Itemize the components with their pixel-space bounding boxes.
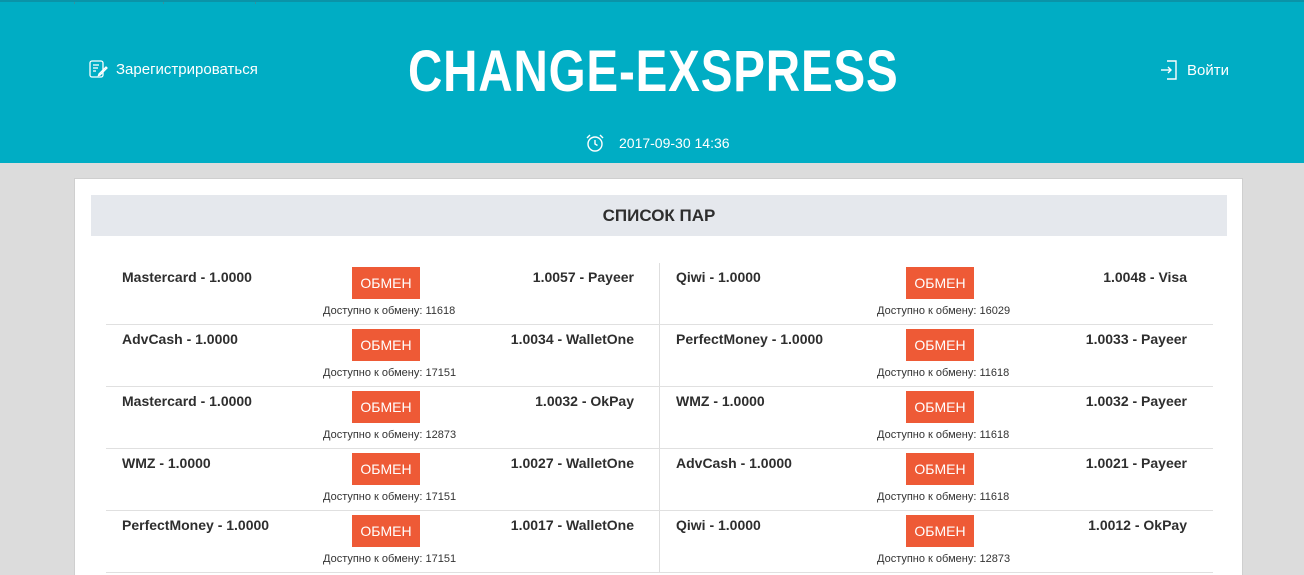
exchange-button[interactable]: ОБМЕН xyxy=(352,267,420,299)
pair-to: 1.0057 - Payeer xyxy=(532,269,634,285)
pair-from: PerfectMoney - 1.0000 xyxy=(676,331,824,347)
pair-available: Доступно к обмену: 11618 xyxy=(877,367,1010,379)
pair-row: AdvCash - 1.0000 ОБМЕН 1.0034 - WalletOn… xyxy=(106,325,1213,387)
alarm-clock-icon xyxy=(585,133,605,153)
pair-row: WMZ - 1.0000 ОБМЕН 1.0027 - WalletOne До… xyxy=(106,449,1213,511)
pair-item: AdvCash - 1.0000 ОБМЕН 1.0034 - WalletOn… xyxy=(106,325,659,386)
exchange-button[interactable]: ОБМЕН xyxy=(906,329,974,361)
register-form-icon xyxy=(88,59,108,79)
pair-available: Доступно к обмену: 17151 xyxy=(323,491,457,503)
login-label: Войти xyxy=(1187,61,1229,79)
pair-item: Mastercard - 1.0000 ОБМЕН 1.0032 - OkPay… xyxy=(106,387,659,448)
exchange-button[interactable]: ОБМЕН xyxy=(352,515,420,547)
pairs-grid: Mastercard - 1.0000 ОБМЕН 1.0057 - Payee… xyxy=(106,263,1213,573)
pair-from: Qiwi - 1.0000 xyxy=(676,269,761,285)
pair-to: 1.0032 - Payeer xyxy=(1085,393,1187,409)
pair-item: Qiwi - 1.0000 ОБМЕН 1.0012 - OkPay Досту… xyxy=(659,511,1212,572)
site-header: Зарегистрироваться CHANGE-EXSPRESS Войти… xyxy=(0,0,1304,163)
pair-item: WMZ - 1.0000 ОБМЕН 1.0027 - WalletOne До… xyxy=(106,449,659,510)
pair-from: Mastercard - 1.0000 xyxy=(122,393,252,409)
pair-item: PerfectMoney - 1.0000 ОБМЕН 1.0017 - Wal… xyxy=(106,511,659,572)
pair-item: AdvCash - 1.0000 ОБМЕН 1.0021 - Payeer Д… xyxy=(659,449,1212,510)
pair-from: WMZ - 1.0000 xyxy=(122,455,211,471)
exchange-button[interactable]: ОБМЕН xyxy=(906,391,974,423)
exchange-button[interactable]: ОБМЕН xyxy=(906,453,974,485)
exchange-button[interactable]: ОБМЕН xyxy=(352,453,420,485)
datetime-text: 2017-09-30 14:36 xyxy=(619,135,730,151)
pair-row: Mastercard - 1.0000 ОБМЕН 1.0057 - Payee… xyxy=(106,263,1213,325)
pair-from: AdvCash - 1.0000 xyxy=(676,455,792,471)
pair-available: Доступно к обмену: 11618 xyxy=(877,491,1010,503)
pair-to: 1.0033 - Payeer xyxy=(1085,331,1187,347)
browser-tab-strip xyxy=(0,2,260,4)
pair-available: Доступно к обмену: 17151 xyxy=(323,553,457,565)
pair-from: AdvCash - 1.0000 xyxy=(122,331,238,347)
pair-from: PerfectMoney - 1.0000 xyxy=(122,517,270,533)
pair-available: Доступно к обмену: 16029 xyxy=(877,305,1011,317)
server-datetime: 2017-09-30 14:36 xyxy=(585,133,730,153)
pair-available: Доступно к обмену: 12873 xyxy=(323,429,457,441)
pair-row: Mastercard - 1.0000 ОБМЕН 1.0032 - OkPay… xyxy=(106,387,1213,449)
exchange-button[interactable]: ОБМЕН xyxy=(906,267,974,299)
pair-to: 1.0048 - Visa xyxy=(1103,269,1187,285)
login-enter-icon xyxy=(1159,59,1179,81)
pairs-card: СПИСОК ПАР Mastercard - 1.0000 ОБМЕН 1.0… xyxy=(74,178,1243,575)
pair-to: 1.0032 - OkPay xyxy=(535,393,634,409)
pairs-title: СПИСОК ПАР xyxy=(91,195,1227,236)
pair-from: WMZ - 1.0000 xyxy=(676,393,765,409)
exchange-button[interactable]: ОБМЕН xyxy=(352,329,420,361)
login-link[interactable]: Войти xyxy=(1159,59,1229,81)
pair-available: Доступно к обмену: 11618 xyxy=(323,305,456,317)
pair-available: Доступно к обмену: 11618 xyxy=(877,429,1010,441)
pair-item: Mastercard - 1.0000 ОБМЕН 1.0057 - Payee… xyxy=(106,263,659,324)
pair-item: WMZ - 1.0000 ОБМЕН 1.0032 - Payeer Досту… xyxy=(659,387,1212,448)
pair-item: PerfectMoney - 1.0000 ОБМЕН 1.0033 - Pay… xyxy=(659,325,1212,386)
pair-to: 1.0021 - Payeer xyxy=(1085,455,1187,471)
pair-to: 1.0034 - WalletOne xyxy=(510,331,634,347)
pair-available: Доступно к обмену: 17151 xyxy=(323,367,457,379)
pair-item: Qiwi - 1.0000 ОБМЕН 1.0048 - Visa Доступ… xyxy=(659,263,1212,324)
pair-row: PerfectMoney - 1.0000 ОБМЕН 1.0017 - Wal… xyxy=(106,511,1213,573)
exchange-button[interactable]: ОБМЕН xyxy=(906,515,974,547)
pair-to: 1.0027 - WalletOne xyxy=(510,455,634,471)
pair-from: Mastercard - 1.0000 xyxy=(122,269,252,285)
pair-to: 1.0012 - OkPay xyxy=(1088,517,1187,533)
pair-from: Qiwi - 1.0000 xyxy=(676,517,761,533)
site-title: CHANGE-EXSPRESS xyxy=(407,39,899,104)
exchange-button[interactable]: ОБМЕН xyxy=(352,391,420,423)
pair-to: 1.0017 - WalletOne xyxy=(510,517,634,533)
pair-available: Доступно к обмену: 12873 xyxy=(877,553,1011,565)
